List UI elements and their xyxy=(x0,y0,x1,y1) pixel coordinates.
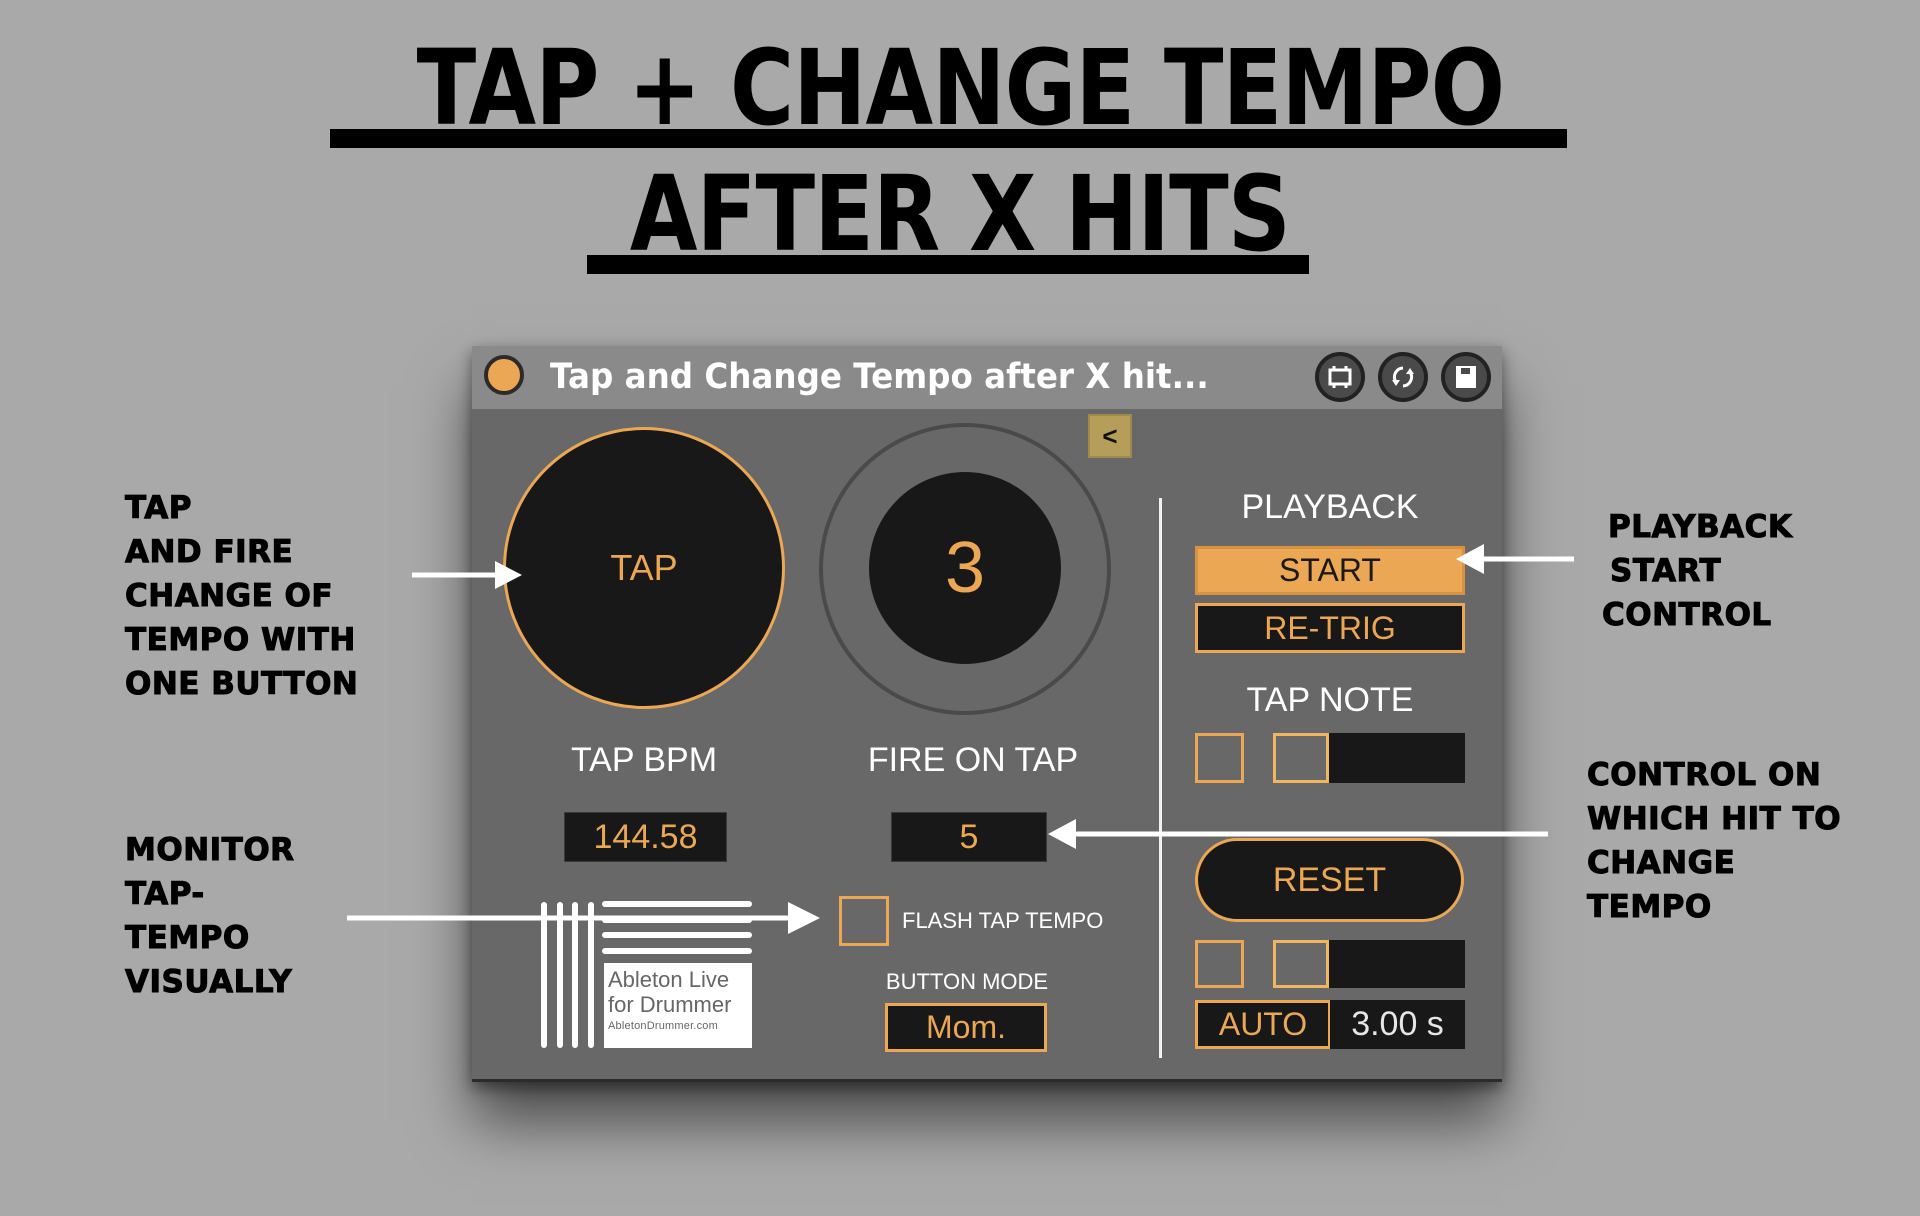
annotation-line: TEMPO xyxy=(1586,889,1712,926)
logo-stick xyxy=(602,948,752,954)
annotation-monitor: MONITOR TAP- TEMPO VISUALLY xyxy=(125,828,295,1004)
headline-underline-1 xyxy=(330,129,1567,148)
annotation-line: WHICH HIT TO xyxy=(1586,801,1842,838)
tap-note-label: TAP NOTE xyxy=(1246,681,1414,719)
device-power-toggle[interactable] xyxy=(484,355,524,395)
start-button-label: START xyxy=(1279,552,1381,588)
reset-indicator[interactable] xyxy=(1273,940,1329,988)
fire-on-tap-label: FIRE ON TAP xyxy=(867,741,1079,779)
arrow-to-fire-on-tap xyxy=(1048,819,1548,849)
collapse-button[interactable]: < xyxy=(1088,414,1132,458)
chevron-left-icon: < xyxy=(1102,420,1118,451)
device-titlebar: Tap and Change Tempo after X hit... xyxy=(472,346,1502,409)
save-icon xyxy=(1456,366,1476,388)
tap-note-value[interactable] xyxy=(1329,733,1465,783)
auto-toggle-label: AUTO xyxy=(1218,1006,1308,1042)
tap-note-learn-toggle[interactable] xyxy=(1195,733,1244,783)
annotation-line: MONITOR xyxy=(125,832,295,869)
tap-pad[interactable]: TAP xyxy=(503,427,785,709)
tap-bpm-label: TAP BPM xyxy=(570,741,718,779)
tap-note-indicator[interactable] xyxy=(1273,733,1329,783)
headline-line-2: AFTER X HITS xyxy=(629,153,1291,275)
hot-swap-icon xyxy=(1392,366,1414,388)
reset-button-label: RESET xyxy=(1272,860,1387,899)
tap-bpm-display: 144.58 xyxy=(564,812,727,862)
hit-counter-value: 3 xyxy=(944,528,986,608)
annotation-line: AND FIRE xyxy=(124,534,294,571)
hot-swap-button[interactable] xyxy=(1378,352,1428,402)
flash-tap-tempo-label: FLASH TAP TEMPO xyxy=(902,908,1104,933)
annotation-tap: TAP AND FIRE CHANGE OF TEMPO WITH ONE BU… xyxy=(124,486,359,706)
headline-underline-2 xyxy=(587,255,1309,274)
tap-bpm-value: 144.58 xyxy=(593,817,698,856)
fire-on-tap-number[interactable]: 5 xyxy=(891,812,1047,862)
annotation-control-on-hit: CONTROL ON WHICH HIT TO CHANGE TEMPO xyxy=(1586,753,1842,929)
retrig-button-label: RE-TRIG xyxy=(1264,609,1396,646)
freeze-button[interactable] xyxy=(1315,352,1365,402)
device-title: Tap and Change Tempo after X hit... xyxy=(550,357,1209,397)
save-button[interactable] xyxy=(1441,352,1491,402)
button-mode-select[interactable]: Mom. xyxy=(885,1003,1047,1052)
retrig-button[interactable]: RE-TRIG xyxy=(1195,603,1465,653)
reset-note-value[interactable] xyxy=(1329,940,1465,988)
logo-text-box: Ableton Live for Drummer AbletonDrummer.… xyxy=(604,963,752,1048)
annotation-line: PLAYBACK xyxy=(1607,509,1793,546)
annotation-line: CHANGE xyxy=(1586,845,1736,882)
logo-line-2: for Drummer xyxy=(608,992,732,1017)
annotation-line: CONTROL xyxy=(1601,597,1772,634)
headline-line-1: TAP + CHANGE TEMPO xyxy=(416,27,1504,149)
logo-line-1: Ableton Live xyxy=(608,967,730,992)
auto-toggle[interactable]: AUTO xyxy=(1195,1000,1331,1049)
arrow-to-start-button xyxy=(1456,544,1574,574)
button-mode-value: Mom. xyxy=(926,1009,1006,1045)
playback-label: PLAYBACK xyxy=(1241,488,1419,526)
button-mode-label: BUTTON MODE xyxy=(885,969,1049,994)
start-button[interactable]: START xyxy=(1195,546,1465,595)
annotation-line: ONE BUTTON xyxy=(124,666,359,703)
annotation-line: CONTROL ON xyxy=(1586,757,1822,794)
annotation-line: TEMPO xyxy=(125,920,250,957)
fire-on-tap-value: 5 xyxy=(959,817,979,856)
arrow-to-flash-indicator xyxy=(347,902,820,934)
auto-time-value[interactable]: 3.00 s xyxy=(1330,1000,1465,1049)
section-divider xyxy=(1159,498,1162,1058)
annotation-line: START xyxy=(1609,553,1722,590)
freeze-icon xyxy=(1328,366,1352,388)
flash-tap-tempo-indicator[interactable] xyxy=(839,896,889,946)
device-window: Tap and Change Tempo after X hit... TAP … xyxy=(472,346,1502,1082)
logo-url: AbletonDrummer.com xyxy=(608,1020,718,1032)
annotation-line: TAP- xyxy=(125,876,205,913)
tap-pad-label: TAP xyxy=(610,547,678,588)
auto-time-text: 3.00 s xyxy=(1351,1005,1444,1043)
annotation-playback: PLAYBACK START CONTROL xyxy=(1601,505,1793,637)
annotation-line: VISUALLY xyxy=(125,964,293,1001)
annotation-line: TAP xyxy=(124,490,192,527)
arrow-to-tap-pad xyxy=(412,561,522,589)
annotation-line: CHANGE OF xyxy=(124,578,334,615)
annotation-line: TEMPO WITH xyxy=(124,622,356,659)
hit-counter: 3 xyxy=(869,472,1061,664)
reset-learn-toggle[interactable] xyxy=(1195,940,1244,988)
